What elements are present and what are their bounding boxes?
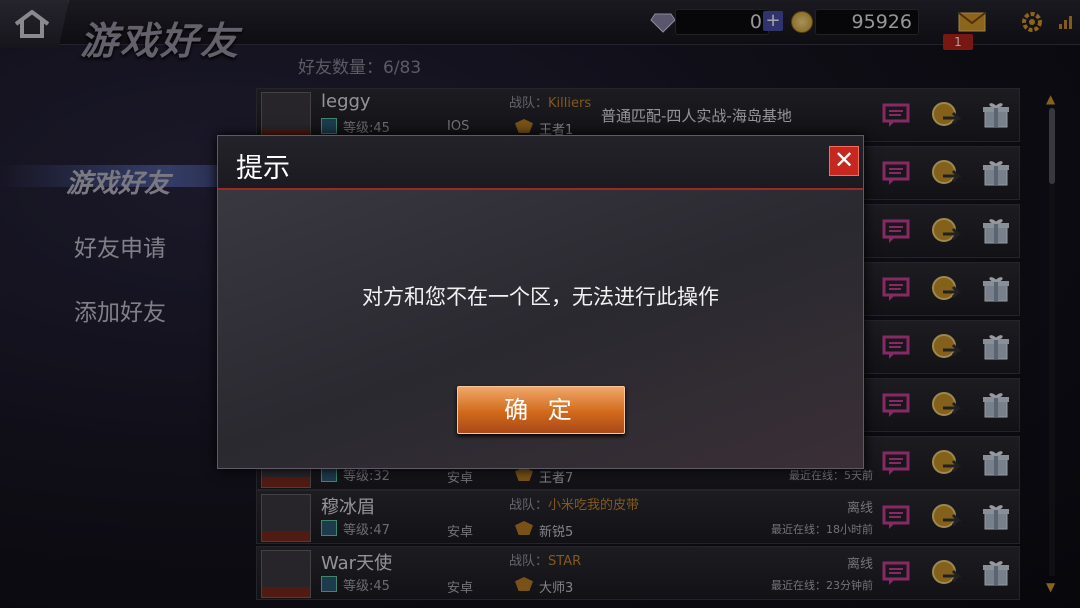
close-button[interactable]: ✕ xyxy=(829,146,859,176)
dialog-message: 对方和您不在一个区，无法进行此操作 xyxy=(362,285,719,309)
dialog-header: 提示 ✕ xyxy=(218,136,863,190)
confirm-button[interactable]: 确 定 xyxy=(457,386,625,434)
alert-dialog: 提示 ✕ 对方和您不在一个区，无法进行此操作 确 定 xyxy=(217,135,864,469)
dialog-title: 提示 xyxy=(236,153,290,184)
